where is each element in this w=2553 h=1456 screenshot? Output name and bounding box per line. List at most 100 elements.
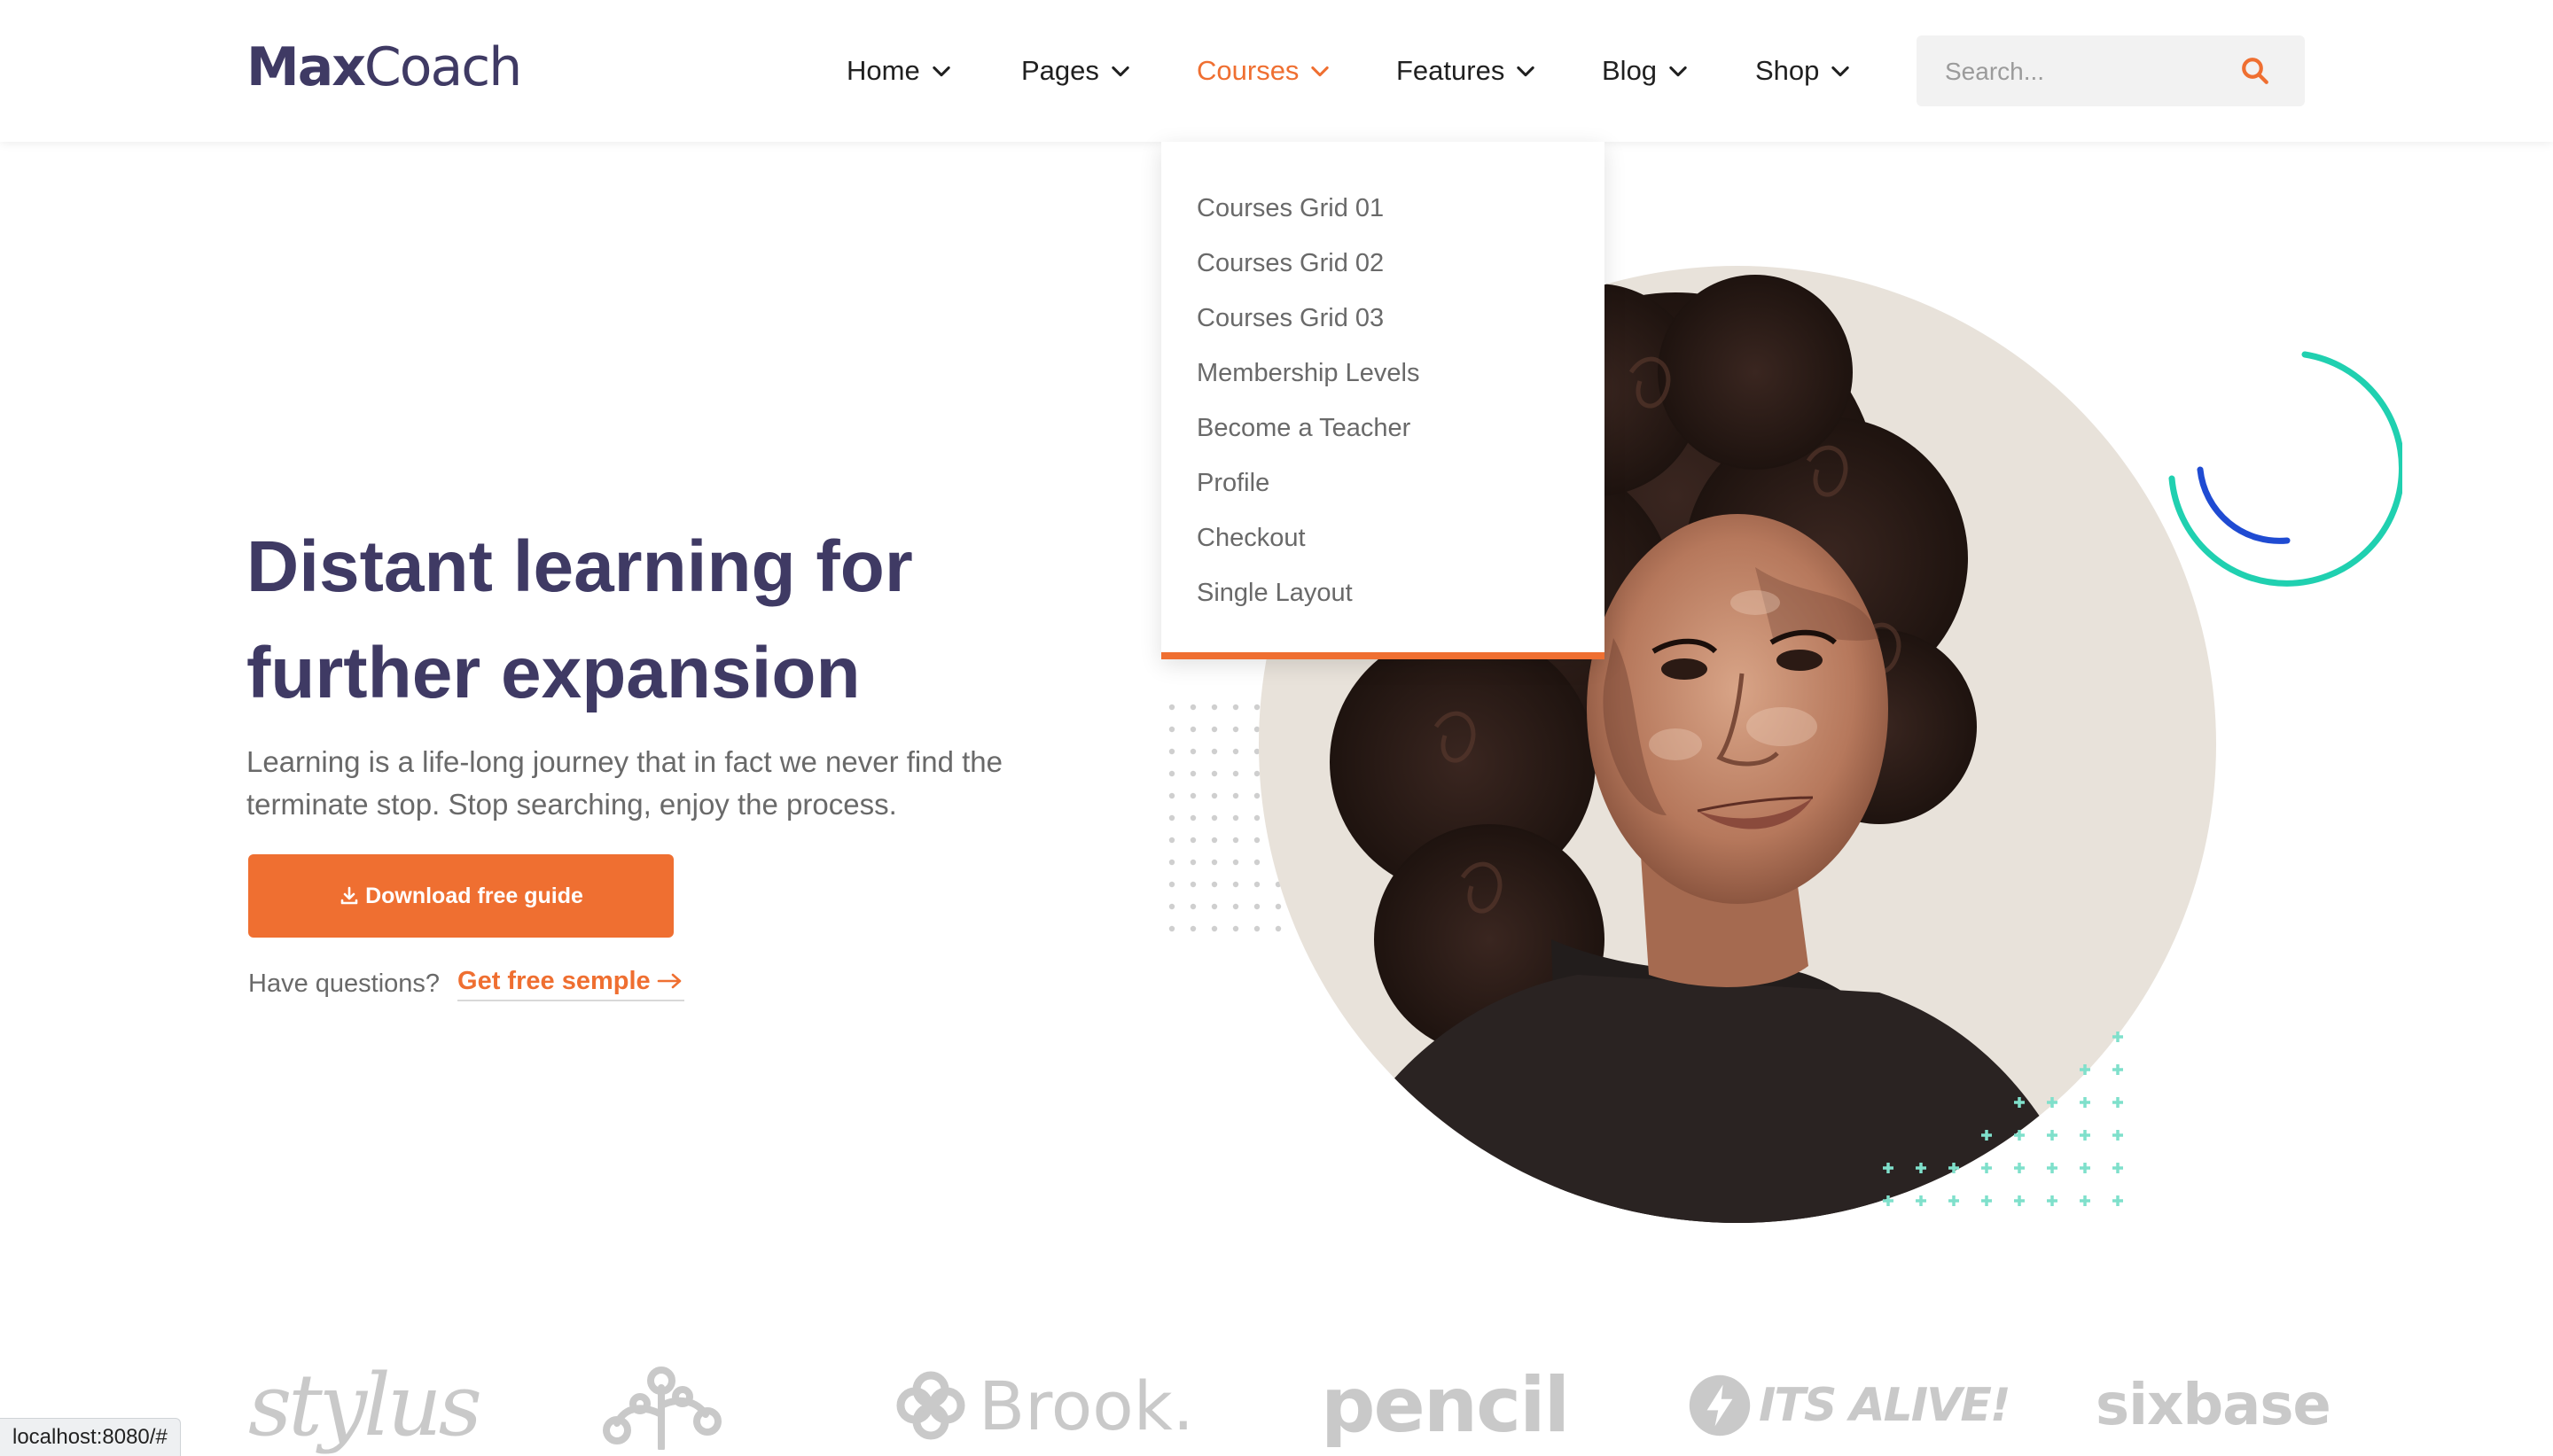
decorative-dot — [1211, 881, 1218, 888]
free-sample-label: Get free semple — [457, 966, 651, 995]
hero-description: Learning is a life-long journey that in … — [246, 741, 1115, 826]
decorative-dot — [1232, 770, 1239, 777]
decorative-dot — [1211, 837, 1218, 844]
download-guide-button[interactable]: Download free guide — [248, 854, 674, 938]
decorative-plus — [2080, 1097, 2090, 1108]
menu-item-courses-grid-01[interactable]: Courses Grid 01 — [1197, 181, 1604, 236]
brand-logo-pencil[interactable]: pencil — [1321, 1356, 1570, 1455]
decorative-plus — [2112, 1163, 2123, 1173]
decorative-plus — [2080, 1130, 2090, 1141]
decorative-dot — [1211, 726, 1218, 733]
hero-title-line-2: further expansion — [246, 633, 861, 713]
decorative-dot — [1232, 792, 1239, 799]
menu-item-profile[interactable]: Profile — [1197, 455, 1604, 510]
decorative-arcs — [2168, 351, 2402, 587]
nav-label-features: Features — [1396, 55, 1505, 86]
site-logo[interactable]: MaxCoach — [246, 32, 522, 103]
menu-item-checkout[interactable]: Checkout — [1197, 510, 1604, 565]
decorative-plus — [2047, 1195, 2057, 1206]
search-icon[interactable] — [2239, 55, 2271, 87]
questions-text: Have questions? — [248, 969, 441, 998]
decorative-dot — [1232, 859, 1239, 866]
decorative-plus-pattern — [1883, 1032, 2123, 1206]
decorative-plus — [2112, 1097, 2123, 1108]
menu-item-membership-levels[interactable]: Membership Levels — [1197, 346, 1604, 401]
decorative-plus — [2014, 1195, 2025, 1206]
decorative-plus — [2047, 1130, 2057, 1141]
decorative-dot — [1211, 859, 1218, 866]
chevron-down-icon — [1831, 66, 1850, 77]
site-header: MaxCoach Home Pages Courses Features Blo… — [0, 0, 2553, 142]
brook-logo-icon — [896, 1371, 965, 1440]
logo-part-coach: Coach — [363, 36, 522, 98]
decorative-dot — [1232, 748, 1239, 755]
chevron-down-icon — [1517, 66, 1535, 77]
nav-item-courses[interactable]: Courses — [1197, 50, 1332, 92]
decorative-plus — [2047, 1163, 2057, 1173]
brand-sixbase-text: sixbase — [2096, 1373, 2331, 1438]
chevron-down-icon — [1669, 66, 1687, 77]
menu-item-courses-grid-03[interactable]: Courses Grid 03 — [1197, 291, 1604, 346]
brand-stylus-text: stylus — [248, 1356, 482, 1455]
decorative-plus — [1883, 1163, 1893, 1173]
decorative-dot — [1190, 792, 1197, 799]
nav-item-home[interactable]: Home — [847, 50, 954, 92]
decorative-plus — [2112, 1195, 2123, 1206]
brand-logo-its-alive[interactable]: ITS ALIVE! — [1688, 1356, 2011, 1455]
menu-item-become-a-teacher[interactable]: Become a Teacher — [1197, 401, 1604, 455]
hero-description-line-2: terminate stop. Stop searching, enjoy th… — [246, 788, 897, 821]
decorative-dot — [1190, 704, 1197, 711]
decorative-dot — [1168, 770, 1175, 777]
decorative-dot — [1232, 726, 1239, 733]
brand-logo-tree[interactable] — [590, 1356, 732, 1455]
logo-part-max: Max — [246, 36, 366, 98]
decorative-plus — [2014, 1130, 2025, 1141]
nav-item-pages[interactable]: Pages — [1021, 50, 1133, 92]
search-input[interactable] — [1943, 35, 2230, 108]
nav-item-features[interactable]: Features — [1396, 50, 1538, 92]
decorative-plus — [1916, 1163, 1926, 1173]
nav-item-shop[interactable]: Shop — [1755, 50, 1853, 92]
decorative-dot — [1168, 726, 1175, 733]
nav-label-home: Home — [847, 55, 920, 86]
decorative-dot — [1168, 881, 1175, 888]
brand-logo-sixbase[interactable]: sixbase — [2096, 1356, 2331, 1455]
arrow-right-icon — [657, 973, 681, 989]
decorative-dot — [1232, 925, 1239, 932]
chevron-down-icon — [1311, 66, 1330, 77]
decorative-plus — [2080, 1195, 2090, 1206]
tree-logo-icon — [603, 1366, 722, 1450]
decorative-dot — [1168, 792, 1175, 799]
decorative-plus — [1981, 1195, 1992, 1206]
decorative-plus — [1948, 1195, 1959, 1206]
decorative-dot — [1211, 903, 1218, 910]
decorative-plus — [2112, 1130, 2123, 1141]
decorative-dot — [1232, 814, 1239, 821]
decorative-plus — [2080, 1064, 2090, 1075]
decorative-dot — [1190, 748, 1197, 755]
decorative-dot — [1211, 814, 1218, 821]
decorative-dot — [1168, 925, 1175, 932]
brand-pencil-text: pencil — [1321, 1361, 1570, 1450]
decorative-dot — [1168, 704, 1175, 711]
decorative-dot — [1190, 881, 1197, 888]
questions-row: Have questions? Get free semple — [248, 966, 684, 1001]
decorative-plus — [1883, 1195, 1893, 1206]
brand-brook-text: Brook. — [979, 1366, 1194, 1445]
courses-dropdown-menu: Courses Grid 01 Courses Grid 02 Courses … — [1161, 142, 1604, 659]
decorative-dot — [1190, 837, 1197, 844]
brand-logo-brook[interactable]: Brook. — [895, 1356, 1194, 1455]
free-sample-link[interactable]: Get free semple — [457, 967, 684, 1001]
chevron-down-icon — [933, 66, 950, 77]
decorative-dot — [1211, 792, 1218, 799]
decorative-dot — [1190, 859, 1197, 866]
decorative-plus — [2047, 1097, 2057, 1108]
decorative-plus — [2080, 1163, 2090, 1173]
nav-item-blog[interactable]: Blog — [1602, 50, 1690, 92]
menu-item-single-layout[interactable]: Single Layout — [1197, 565, 1604, 620]
menu-item-courses-grid-02[interactable]: Courses Grid 02 — [1197, 236, 1604, 291]
brand-logo-stylus[interactable]: stylus — [248, 1356, 482, 1455]
decorative-dot — [1232, 903, 1239, 910]
decorative-dot — [1190, 770, 1197, 777]
download-icon — [340, 886, 358, 905]
